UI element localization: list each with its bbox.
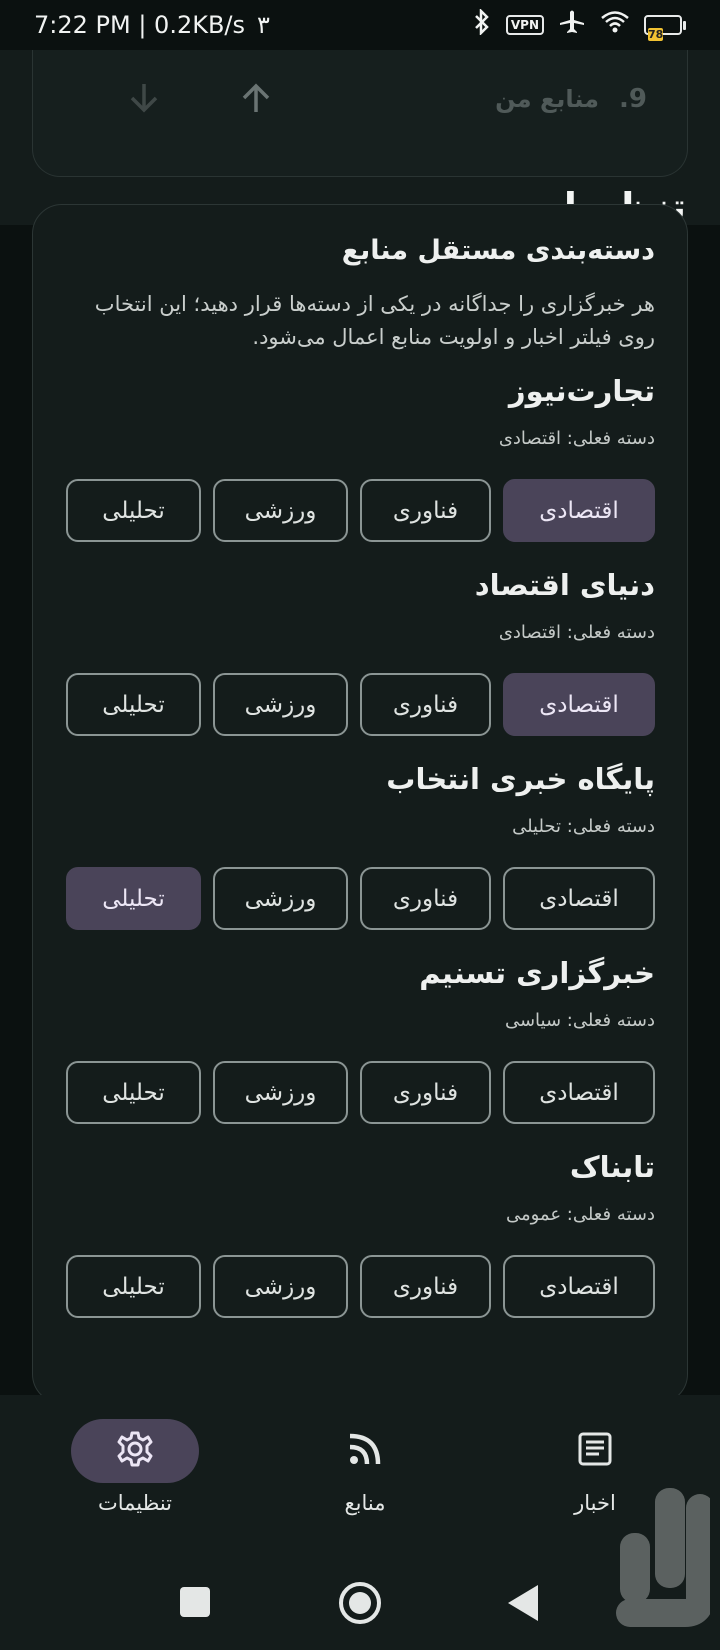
source-item: خبرگزاری تسنیم دسته فعلی: سیاسی اقتصادی فنا… [65, 956, 655, 1124]
bluetooth-icon [472, 7, 492, 41]
previous-card: 9. منابع من [32, 50, 688, 177]
status-left: 7:22 PM | 0.2KB/s ۳ [34, 11, 270, 39]
previous-item-label: منابع من [495, 85, 600, 113]
nav-sources-label: منابع [344, 1491, 386, 1515]
category-chip-row: اقتصادی فناوری ورزشی تحلیلی [65, 673, 655, 736]
category-chip[interactable]: تحلیلی [66, 479, 201, 542]
source-name: خبرگزاری تسنیم [419, 956, 655, 990]
category-chip[interactable]: تحلیلی [66, 673, 201, 736]
home-button[interactable] [339, 1582, 381, 1624]
arrow-down-icon[interactable] [126, 80, 162, 125]
source-current-category: دسته فعلی: عمومی [505, 1204, 655, 1225]
category-chip[interactable]: فناوری [360, 1061, 491, 1124]
source-current-category: دسته فعلی: سیاسی [504, 1010, 655, 1031]
category-chip[interactable]: تحلیلی [66, 867, 201, 930]
nav-settings[interactable]: تنظیمات [50, 1419, 220, 1525]
category-chip[interactable]: فناوری [360, 1255, 491, 1318]
arrow-up-icon[interactable] [238, 80, 274, 125]
battery-level: 78 [648, 28, 664, 41]
header-area: 9. منابع من تنظیمات [0, 50, 720, 229]
category-chip[interactable]: ورزشی [213, 1061, 348, 1124]
category-chip[interactable]: اقتصادی [503, 479, 655, 542]
category-chip-row: اقتصادی فناوری ورزشی تحلیلی [65, 867, 655, 930]
category-chip[interactable]: ورزشی [213, 867, 348, 930]
category-chip-row: اقتصادی فناوری ورزشی تحلیلی [65, 1061, 655, 1124]
nav-news-indicator [531, 1419, 659, 1483]
status-extra: ۳ [257, 11, 270, 39]
category-chip[interactable]: ورزشی [213, 1255, 348, 1318]
source-current-category: دسته فعلی: اقتصادی [498, 622, 655, 643]
card-title: دسته‌بندی مستقل منابع [341, 235, 655, 266]
nav-sources-indicator [301, 1419, 429, 1483]
wifi-icon [600, 10, 630, 40]
battery-icon: 78 [644, 15, 686, 41]
source-current-category: دسته فعلی: تحلیلی [512, 816, 655, 837]
category-chip[interactable]: اقتصادی [503, 673, 655, 736]
source-current-category: دسته فعلی: اقتصادی [498, 428, 655, 449]
vpn-icon: VPN [505, 15, 544, 35]
status-time: 7:22 PM | 0.2KB/s [34, 11, 246, 39]
watermark-logo [610, 1488, 714, 1648]
source-item: دنیای اقتصاد دسته فعلی: اقتصادی اقتصادی فنا… [65, 568, 655, 736]
source-name: تابناک [569, 1150, 655, 1184]
source-name: دنیای اقتصاد [474, 568, 655, 602]
category-chip[interactable]: ورزشی [213, 479, 348, 542]
nav-settings-label: تنظیمات [97, 1491, 173, 1515]
article-icon [577, 1431, 613, 1471]
card-description: هر خبرگزاری را جداگانه در یکی از دسته‌ها… [94, 292, 655, 349]
nav-settings-indicator [71, 1419, 199, 1483]
source-item: تابناک دسته فعلی: عمومی اقتصادی فناوری ورزشی… [65, 1150, 655, 1318]
category-chip[interactable]: فناوری [360, 479, 491, 542]
category-chip-row: اقتصادی فناوری ورزشی تحلیلی [65, 479, 655, 542]
gear-icon [115, 1429, 155, 1473]
source-name: پایگاه خبری انتخاب [386, 762, 655, 796]
category-chip[interactable]: اقتصادی [503, 1255, 655, 1318]
sources-list: تجارت‌نیوز دسته فعلی: اقتصادی اقتصادی فناور… [65, 374, 655, 1318]
back-button[interactable] [508, 1585, 538, 1621]
rss-icon [347, 1431, 383, 1471]
source-item: تجارت‌نیوز دسته فعلی: اقتصادی اقتصادی فناور… [65, 374, 655, 542]
status-right: VPN 78 [472, 7, 686, 41]
category-chip[interactable]: اقتصادی [503, 1061, 655, 1124]
source-item: پایگاه خبری انتخاب دسته فعلی: تحلیلی اقتصا… [65, 762, 655, 930]
status-bar: 7:22 PM | 0.2KB/s ۳ VPN 78 [0, 0, 720, 50]
category-chip[interactable]: اقتصادی [503, 867, 655, 930]
category-chip[interactable]: ورزشی [213, 673, 348, 736]
category-chip[interactable]: تحلیلی [66, 1061, 201, 1124]
category-chip[interactable]: فناوری [360, 867, 491, 930]
nav-sources[interactable]: منابع [280, 1419, 450, 1525]
source-categories-card: دسته‌بندی مستقل منابع هر خبرگزاری را جدا… [32, 204, 688, 1404]
airplane-icon [558, 9, 586, 41]
source-name: تجارت‌نیوز [508, 374, 655, 408]
previous-item-number: 9. [619, 84, 647, 114]
category-chip[interactable]: تحلیلی [66, 1255, 201, 1318]
recent-apps-button[interactable] [180, 1587, 210, 1617]
category-chip[interactable]: فناوری [360, 673, 491, 736]
category-chip-row: اقتصادی فناوری ورزشی تحلیلی [65, 1255, 655, 1318]
